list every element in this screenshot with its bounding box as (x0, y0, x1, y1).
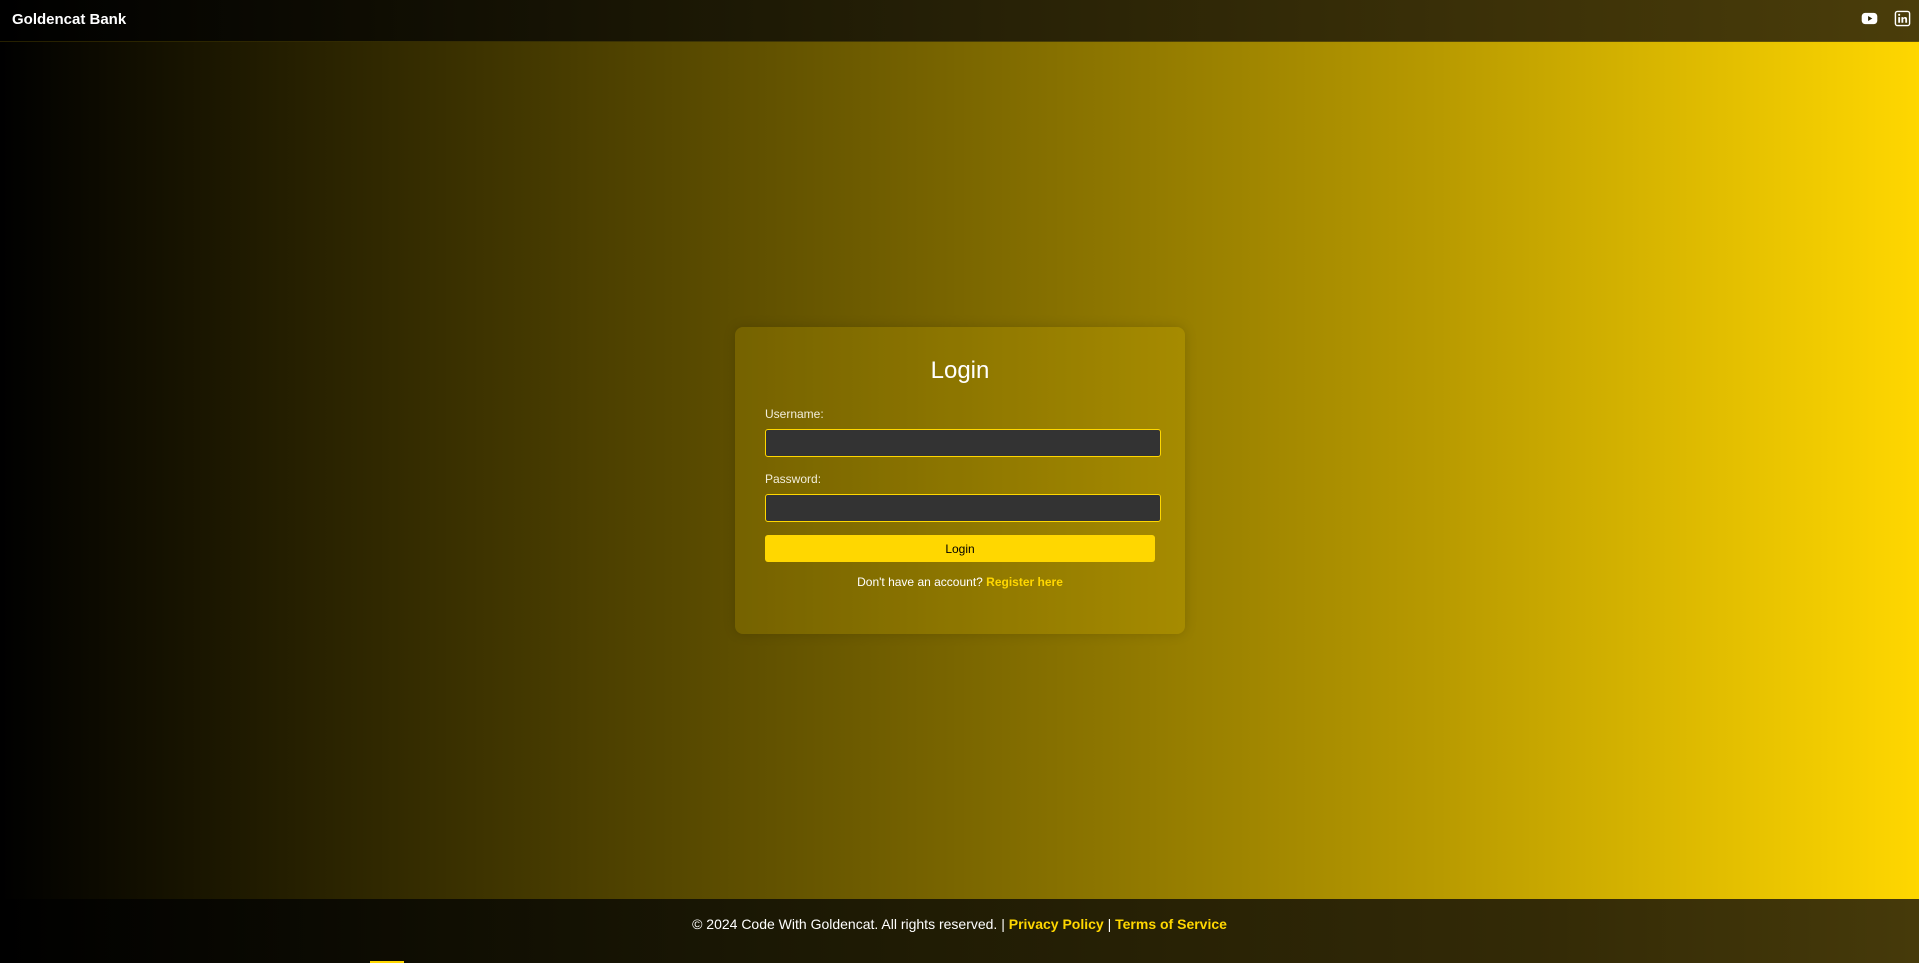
top-navbar: Goldencat Bank (0, 0, 1919, 42)
login-title: Login (930, 357, 990, 384)
register-prompt-line: Don't have an account? Register here (735, 575, 1185, 589)
register-link[interactable]: Register here (986, 575, 1063, 589)
login-card: Login Username: Password: Login Don't ha… (735, 327, 1185, 634)
username-input[interactable] (765, 429, 1161, 457)
login-button[interactable]: Login (765, 535, 1155, 562)
youtube-icon[interactable] (1861, 10, 1878, 27)
page-footer: © 2024 Code With Goldencat. All rights r… (0, 899, 1919, 963)
page-background: Goldencat Bank Login Username: Password:… (0, 0, 1919, 963)
footer-separator: | (1107, 916, 1112, 932)
privacy-policy-link[interactable]: Privacy Policy (1009, 916, 1104, 932)
password-input[interactable] (765, 494, 1161, 522)
copyright-text: © 2024 Code With Goldencat. All rights r… (692, 916, 1005, 932)
username-label: Username: (765, 407, 824, 421)
social-links (1861, 10, 1911, 27)
linkedin-icon[interactable] (1894, 10, 1911, 27)
footer-text: © 2024 Code With Goldencat. All rights r… (0, 916, 1919, 932)
brand-logo-text[interactable]: Goldencat Bank (12, 11, 126, 28)
register-prompt-text: Don't have an account? (857, 575, 983, 589)
terms-of-service-link[interactable]: Terms of Service (1115, 916, 1227, 932)
password-label: Password: (765, 472, 822, 486)
